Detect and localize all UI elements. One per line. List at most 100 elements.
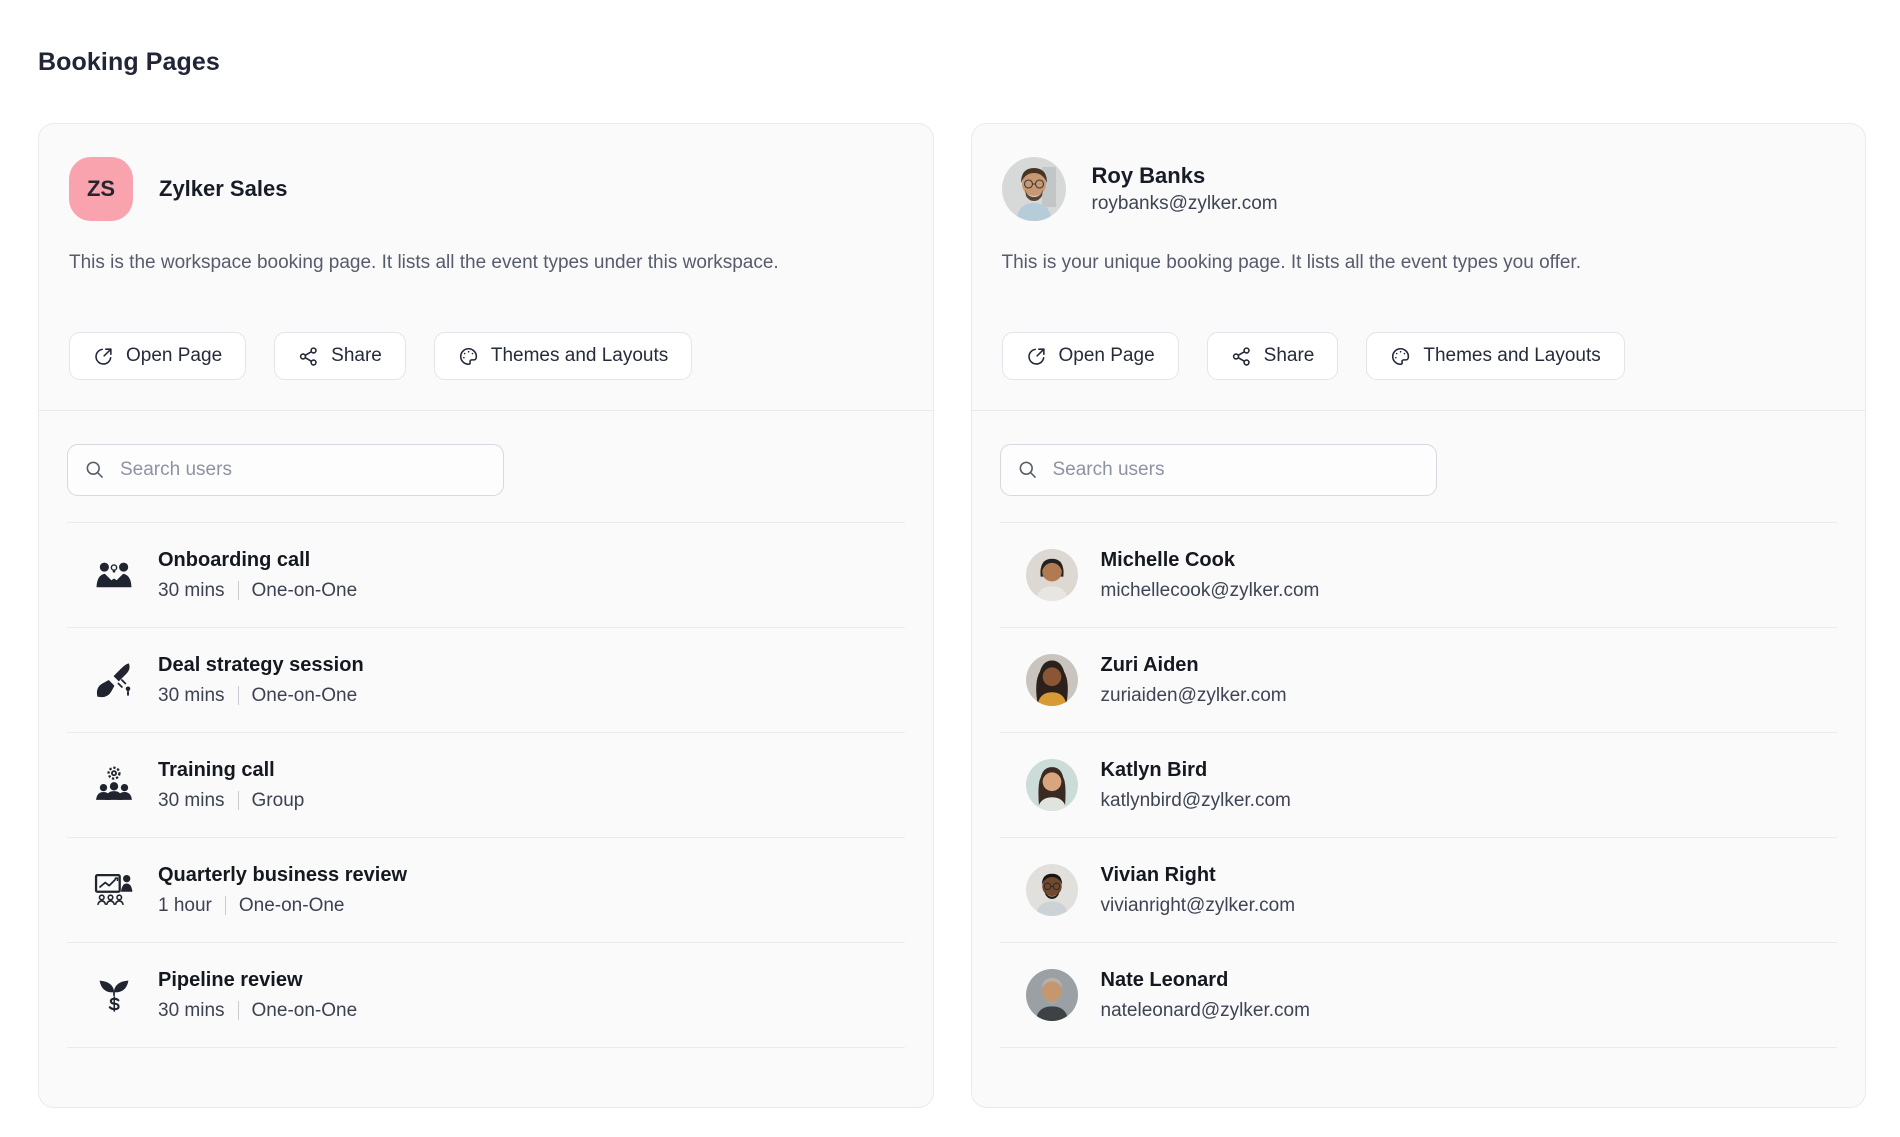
user-avatar bbox=[1026, 654, 1078, 706]
user-info: Zuri Aiden zuriaiden@zylker.com bbox=[1101, 653, 1287, 708]
event-type-list: Onboarding call 30 mins One-on-One bbox=[67, 522, 905, 1048]
workspace-identity: ZS Zylker Sales bbox=[69, 156, 903, 222]
owner-identity: Roy Banks roybanks@zylker.com bbox=[1002, 156, 1836, 222]
event-mode: One-on-One bbox=[239, 894, 345, 918]
user-info: Vivian Right vivianright@zylker.com bbox=[1101, 863, 1296, 918]
search-input[interactable] bbox=[67, 444, 504, 496]
button-label: Open Page bbox=[1059, 345, 1155, 367]
personal-booking-card: Roy Banks roybanks@zylker.com This is yo… bbox=[971, 123, 1867, 1108]
user-avatar bbox=[1026, 969, 1078, 1021]
user-info: Katlyn Bird katlynbird@zylker.com bbox=[1101, 758, 1291, 813]
user-email: vivianright@zylker.com bbox=[1101, 894, 1296, 918]
personal-description: This is your unique booking page. It lis… bbox=[1002, 250, 1836, 276]
owner-avatar bbox=[1002, 157, 1066, 221]
search-input[interactable] bbox=[1000, 444, 1437, 496]
personal-card-header: Roy Banks roybanks@zylker.com This is yo… bbox=[972, 124, 1866, 411]
event-meta: 1 hour One-on-One bbox=[158, 894, 407, 918]
event-meta: 30 mins Group bbox=[158, 789, 304, 813]
user-row[interactable]: Katlyn Bird katlynbird@zylker.com bbox=[1000, 733, 1838, 838]
personal-actions: Open Page Share bbox=[1002, 332, 1836, 380]
event-duration: 30 mins bbox=[158, 684, 225, 708]
user-info: Michelle Cook michellecook@zylker.com bbox=[1101, 548, 1320, 603]
user-row[interactable]: Zuri Aiden zuriaiden@zylker.com bbox=[1000, 628, 1838, 733]
event-type-info: Onboarding call 30 mins One-on-One bbox=[158, 548, 357, 603]
workspace-booking-card: ZS Zylker Sales This is the workspace bo… bbox=[38, 123, 934, 1108]
event-type-row[interactable]: Onboarding call 30 mins One-on-One bbox=[67, 523, 905, 628]
workspace-description: This is the workspace booking page. It l… bbox=[69, 250, 903, 276]
open-page-button[interactable]: Open Page bbox=[1002, 332, 1179, 380]
themes-layouts-button[interactable]: Themes and Layouts bbox=[1366, 332, 1624, 380]
workspace-card-body: Onboarding call 30 mins One-on-One bbox=[39, 411, 933, 1048]
user-name: Zuri Aiden bbox=[1101, 653, 1287, 678]
user-email: katlynbird@zylker.com bbox=[1101, 789, 1291, 813]
separator bbox=[238, 686, 239, 705]
user-row[interactable]: Michelle Cook michellecook@zylker.com bbox=[1000, 523, 1838, 628]
separator bbox=[238, 1001, 239, 1020]
event-type-info: Pipeline review 30 mins One-on-One bbox=[158, 968, 357, 1023]
user-list: Michelle Cook michellecook@zylker.com bbox=[1000, 522, 1838, 1048]
event-name: Training call bbox=[158, 758, 304, 783]
personal-card-body: Michelle Cook michellecook@zylker.com bbox=[972, 411, 1866, 1048]
event-duration: 30 mins bbox=[158, 789, 225, 813]
event-mode: Group bbox=[252, 789, 305, 813]
growth-dollar-icon bbox=[93, 974, 135, 1016]
page-title: Booking Pages bbox=[38, 48, 1866, 76]
event-name: Quarterly business review bbox=[158, 863, 407, 888]
palette-icon bbox=[458, 346, 479, 367]
button-label: Themes and Layouts bbox=[491, 345, 668, 367]
user-row[interactable]: Nate Leonard nateleonard@zylker.com bbox=[1000, 943, 1838, 1048]
separator bbox=[225, 896, 226, 915]
open-page-icon bbox=[1026, 346, 1047, 367]
open-page-button[interactable]: Open Page bbox=[69, 332, 246, 380]
separator bbox=[238, 791, 239, 810]
user-email: michellecook@zylker.com bbox=[1101, 579, 1320, 603]
user-avatar bbox=[1026, 759, 1078, 811]
palette-icon bbox=[1390, 346, 1411, 367]
workspace-avatar: ZS bbox=[69, 157, 133, 221]
event-mode: One-on-One bbox=[252, 999, 358, 1023]
event-mode: One-on-One bbox=[252, 684, 358, 708]
event-name: Pipeline review bbox=[158, 968, 357, 993]
user-name: Vivian Right bbox=[1101, 863, 1296, 888]
event-type-row[interactable]: Deal strategy session 30 mins One-on-One bbox=[67, 628, 905, 733]
owner-info: Roy Banks roybanks@zylker.com bbox=[1092, 162, 1278, 216]
event-type-info: Quarterly business review 1 hour One-on-… bbox=[158, 863, 407, 918]
user-name: Katlyn Bird bbox=[1101, 758, 1291, 783]
workspace-card-header: ZS Zylker Sales This is the workspace bo… bbox=[39, 124, 933, 411]
button-label: Themes and Layouts bbox=[1423, 345, 1600, 367]
open-page-icon bbox=[93, 346, 114, 367]
booking-pages-screen: Booking Pages ZS Zylker Sales This is th… bbox=[0, 0, 1900, 1135]
themes-layouts-button[interactable]: Themes and Layouts bbox=[434, 332, 692, 380]
user-avatar bbox=[1026, 864, 1078, 916]
presentation-icon bbox=[93, 869, 135, 911]
team-gear-icon bbox=[93, 764, 135, 806]
user-email: nateleonard@zylker.com bbox=[1101, 999, 1310, 1023]
user-name: Michelle Cook bbox=[1101, 548, 1320, 573]
deal-strategy-icon bbox=[93, 659, 135, 701]
button-label: Open Page bbox=[126, 345, 222, 367]
event-meta: 30 mins One-on-One bbox=[158, 999, 357, 1023]
event-mode: One-on-One bbox=[252, 579, 358, 603]
booking-cards-container: ZS Zylker Sales This is the workspace bo… bbox=[38, 123, 1866, 1108]
event-meta: 30 mins One-on-One bbox=[158, 579, 357, 603]
event-type-info: Training call 30 mins Group bbox=[158, 758, 304, 813]
search-box bbox=[67, 444, 504, 496]
search-box bbox=[1000, 444, 1437, 496]
event-type-row[interactable]: Training call 30 mins Group bbox=[67, 733, 905, 838]
event-duration: 30 mins bbox=[158, 579, 225, 603]
workspace-actions: Open Page Share bbox=[69, 332, 903, 380]
user-row[interactable]: Vivian Right vivianright@zylker.com bbox=[1000, 838, 1838, 943]
owner-name: Roy Banks bbox=[1092, 162, 1278, 189]
event-type-row[interactable]: Quarterly business review 1 hour One-on-… bbox=[67, 838, 905, 943]
share-icon bbox=[298, 346, 319, 367]
share-button[interactable]: Share bbox=[1207, 332, 1339, 380]
event-type-row[interactable]: Pipeline review 30 mins One-on-One bbox=[67, 943, 905, 1048]
owner-email: roybanks@zylker.com bbox=[1092, 192, 1278, 216]
button-label: Share bbox=[1264, 345, 1315, 367]
workspace-title: Zylker Sales bbox=[159, 175, 287, 203]
user-email: zuriaiden@zylker.com bbox=[1101, 684, 1287, 708]
share-button[interactable]: Share bbox=[274, 332, 406, 380]
user-name: Nate Leonard bbox=[1101, 968, 1310, 993]
event-name: Deal strategy session bbox=[158, 653, 364, 678]
event-name: Onboarding call bbox=[158, 548, 357, 573]
